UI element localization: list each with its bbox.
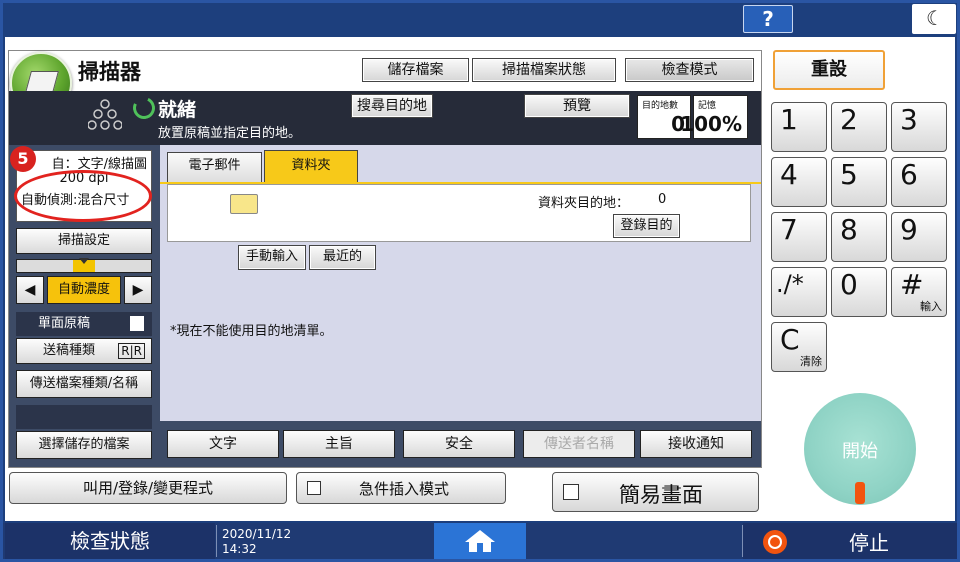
folder-dest-count: 0	[658, 192, 667, 207]
moon-icon: ☾	[926, 6, 944, 30]
recall-program-button[interactable]: 叫用/登錄/變更程式	[9, 472, 287, 504]
urgent-insert-button[interactable]: 急件插入模式	[296, 472, 506, 504]
single-side-original-button[interactable]: 單面原稿	[16, 312, 152, 336]
key-hash-enter[interactable]: # 輸入	[891, 267, 947, 317]
scan-status-button[interactable]: 掃描檔案狀態	[472, 58, 616, 82]
preview-button[interactable]: 預覽	[524, 94, 630, 118]
ready-status-text: 就緒	[158, 99, 197, 121]
key-9[interactable]: 9	[891, 212, 947, 262]
help-button[interactable]: ?	[743, 5, 793, 33]
security-button[interactable]: 安全	[403, 430, 515, 458]
date-text: 2020/11/12	[222, 527, 292, 541]
receive-notice-button[interactable]: 接收通知	[640, 430, 752, 458]
key-3[interactable]: 3	[891, 102, 947, 152]
folder-icon	[230, 194, 258, 214]
stop-icon	[763, 530, 787, 554]
urgent-insert-label: 急件插入模式	[359, 480, 450, 498]
density-scale	[16, 258, 152, 273]
stop-button[interactable]: 停止	[743, 523, 957, 559]
memory-value: 100%	[680, 112, 742, 136]
select-stored-file-button[interactable]: 選擇儲存的檔案	[16, 431, 152, 459]
folder-dest-label: 資料夾目的地：	[538, 196, 630, 211]
key-1[interactable]: 1	[771, 102, 827, 152]
check-status-button[interactable]: 檢查狀態	[5, 523, 215, 559]
datetime-display: 2020/11/12 14:32	[218, 524, 428, 558]
energy-saver-button[interactable]: ☾	[912, 4, 956, 34]
tab-folder[interactable]: 資料夾	[264, 150, 358, 183]
tab-email[interactable]: 電子郵件	[167, 152, 262, 182]
density-increase-button[interactable]: ▶	[124, 276, 152, 304]
subject-button[interactable]: 主旨	[283, 430, 395, 458]
empty-status-strip	[16, 405, 152, 429]
key-7[interactable]: 7	[771, 212, 827, 262]
simple-screen-button[interactable]: 簡易畫面	[552, 472, 759, 512]
top-bar	[3, 3, 957, 37]
start-indicator-led	[855, 482, 865, 504]
save-file-button[interactable]: 儲存檔案	[362, 58, 469, 82]
home-button[interactable]	[434, 523, 526, 559]
key-6[interactable]: 6	[891, 157, 947, 207]
auto-density-button[interactable]: 自動濃度	[47, 276, 121, 304]
check-mode-button[interactable]: 檢查模式	[625, 58, 754, 82]
app-title: 掃描器	[78, 60, 141, 84]
key-clear[interactable]: C 清除	[771, 322, 827, 372]
text-button[interactable]: 文字	[167, 430, 279, 458]
key-8[interactable]: 8	[831, 212, 887, 262]
arrow-left-icon: ◀	[24, 282, 36, 298]
job-queue-icon	[88, 99, 122, 130]
key-2[interactable]: 2	[831, 102, 887, 152]
register-destination-button[interactable]: 登錄目的	[613, 214, 680, 238]
time-text: 14:32	[222, 542, 257, 556]
start-label: 開始	[842, 441, 878, 462]
status-message: 放置原稿並指定目的地。	[158, 126, 302, 141]
stop-label: 停止	[849, 531, 889, 555]
highlight-oval	[14, 170, 152, 222]
file-type-name-button[interactable]: 傳送檔案種類/名稱	[16, 370, 152, 398]
memory-label: 記憶	[698, 101, 717, 111]
feed-type-icon: R|R	[118, 343, 145, 359]
single-side-label: 單面原稿	[38, 316, 91, 331]
destination-count-label: 目的地數	[642, 101, 679, 111]
feed-type-button[interactable]: 送稿種類 R|R	[16, 338, 152, 364]
key-5[interactable]: 5	[831, 157, 887, 207]
home-icon	[465, 530, 495, 552]
urgent-insert-checkbox[interactable]	[307, 481, 321, 495]
manual-entry-button[interactable]: 手動輸入	[238, 245, 306, 270]
reset-button[interactable]: 重設	[773, 50, 885, 90]
memory-box: 記憶 100%	[680, 95, 748, 139]
arrow-right-icon: ▶	[132, 282, 144, 298]
simple-screen-label: 簡易畫面	[619, 483, 703, 507]
search-destination-button[interactable]: 搜尋目的地	[351, 94, 433, 118]
feed-type-label: 送稿種類	[42, 343, 95, 358]
key-dot-star[interactable]: ./*	[771, 267, 827, 317]
step-badge: 5	[10, 146, 36, 172]
footer-separator	[216, 525, 217, 557]
key-0[interactable]: 0	[831, 267, 887, 317]
density-decrease-button[interactable]: ◀	[16, 276, 44, 304]
duplex-icon	[130, 316, 144, 331]
simple-screen-checkbox[interactable]	[563, 484, 579, 500]
sender-name-button[interactable]: 傳送者名稱	[523, 430, 635, 458]
recent-button[interactable]: 最近的	[309, 245, 376, 270]
notice-text: *現在不能使用目的地清單。	[170, 324, 333, 339]
scan-settings-button[interactable]: 掃描設定	[16, 228, 152, 254]
key-4[interactable]: 4	[771, 157, 827, 207]
